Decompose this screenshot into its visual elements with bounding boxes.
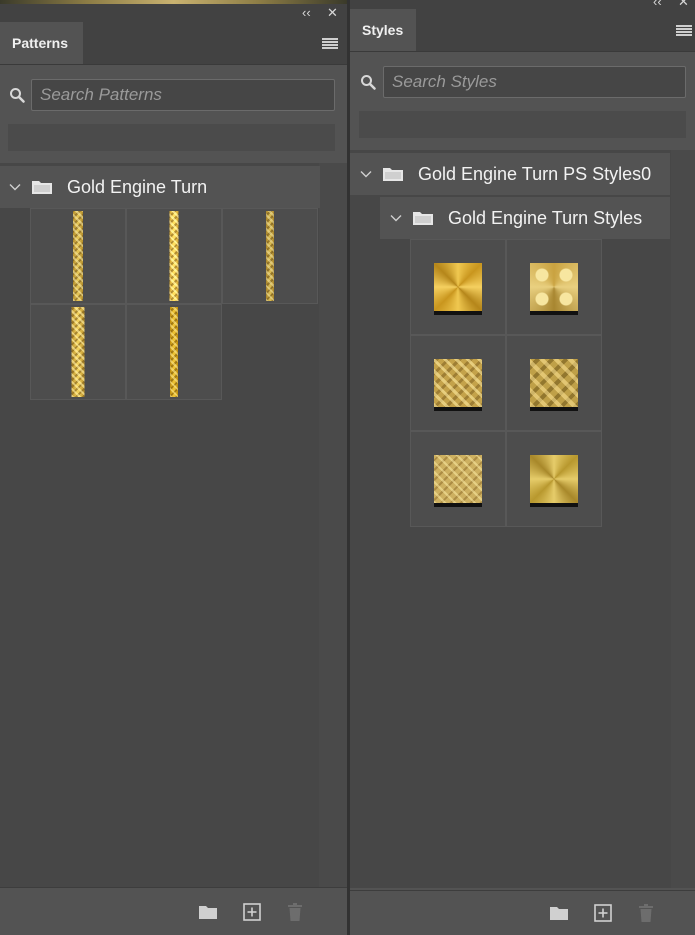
panel-menu-icon[interactable] <box>322 38 338 49</box>
bottom-toolbar <box>350 890 695 935</box>
pattern-thumbnail[interactable] <box>222 208 318 304</box>
group-row-gold-engine-turn-ps-styles0[interactable]: Gold Engine Turn PS Styles0 <box>350 153 670 195</box>
pattern-thumbnail[interactable] <box>126 208 222 304</box>
new-item-icon[interactable] <box>593 903 613 923</box>
filter-bar <box>8 124 335 151</box>
tab-bar: Styles <box>350 9 695 52</box>
styles-list: Gold Engine Turn PS Styles0 Gold Engine … <box>350 150 695 888</box>
new-group-folder-icon[interactable] <box>549 903 569 923</box>
group-label: Gold Engine Turn PS Styles0 <box>418 163 652 184</box>
patterns-panel: ‹‹ ✕ Patterns Gold Engine Turn <box>0 0 347 935</box>
new-group-folder-icon[interactable] <box>198 902 218 922</box>
group-label: Gold Engine Turn <box>67 176 208 197</box>
patterns-list: Gold Engine Turn <box>0 163 347 888</box>
search-row <box>350 66 695 98</box>
collapse-panels-icon[interactable]: ‹‹ <box>302 6 311 20</box>
gold-edge-decoration <box>0 0 347 4</box>
group-row-gold-engine-turn[interactable]: Gold Engine Turn <box>0 166 320 208</box>
chevron-down-icon[interactable] <box>9 181 21 193</box>
panel-title-strip: ‹‹ ✕ <box>0 0 347 22</box>
panel-title-strip: ‹‹ ✕ <box>350 0 695 9</box>
folder-icon <box>413 212 433 225</box>
trash-icon[interactable] <box>636 903 656 923</box>
new-item-icon[interactable] <box>242 902 262 922</box>
close-panel-icon[interactable]: ✕ <box>327 6 338 20</box>
search-icon <box>10 88 25 103</box>
pattern-thumbnail[interactable] <box>30 304 126 400</box>
panel-menu-icon[interactable] <box>676 25 692 36</box>
filter-bar <box>359 111 686 138</box>
scrollbar-track[interactable] <box>671 150 695 888</box>
tab-styles[interactable]: Styles <box>350 9 416 51</box>
bottom-toolbar <box>0 887 347 935</box>
group-row-gold-engine-turn-styles[interactable]: Gold Engine Turn Styles <box>380 197 670 239</box>
chevron-down-icon[interactable] <box>360 168 372 180</box>
style-swatch[interactable] <box>506 335 602 431</box>
style-grid <box>410 239 602 527</box>
style-swatch[interactable] <box>506 431 602 527</box>
group-label: Gold Engine Turn Styles <box>448 207 643 228</box>
pattern-grid <box>30 208 318 400</box>
search-patterns-input[interactable] <box>31 79 335 111</box>
tab-patterns[interactable]: Patterns <box>0 22 83 64</box>
scrollbar-track[interactable] <box>319 163 347 888</box>
chevron-down-icon[interactable] <box>390 212 402 224</box>
style-swatch[interactable] <box>506 239 602 335</box>
search-icon <box>361 75 376 90</box>
folder-icon <box>32 181 52 194</box>
collapse-panels-icon[interactable]: ‹‹ <box>653 0 662 9</box>
close-panel-icon[interactable]: ✕ <box>678 0 689 9</box>
pattern-thumbnail[interactable] <box>30 208 126 304</box>
search-styles-input[interactable] <box>383 66 686 98</box>
folder-icon <box>383 168 403 181</box>
style-swatch[interactable] <box>410 239 506 335</box>
tab-bar: Patterns <box>0 22 347 65</box>
trash-icon[interactable] <box>285 902 305 922</box>
styles-panel: ‹‹ ✕ Styles Gold Engine Turn PS Styles0 <box>350 0 695 935</box>
pattern-thumbnail[interactable] <box>126 304 222 400</box>
style-swatch[interactable] <box>410 335 506 431</box>
style-swatch[interactable] <box>410 431 506 527</box>
search-row <box>0 79 347 111</box>
